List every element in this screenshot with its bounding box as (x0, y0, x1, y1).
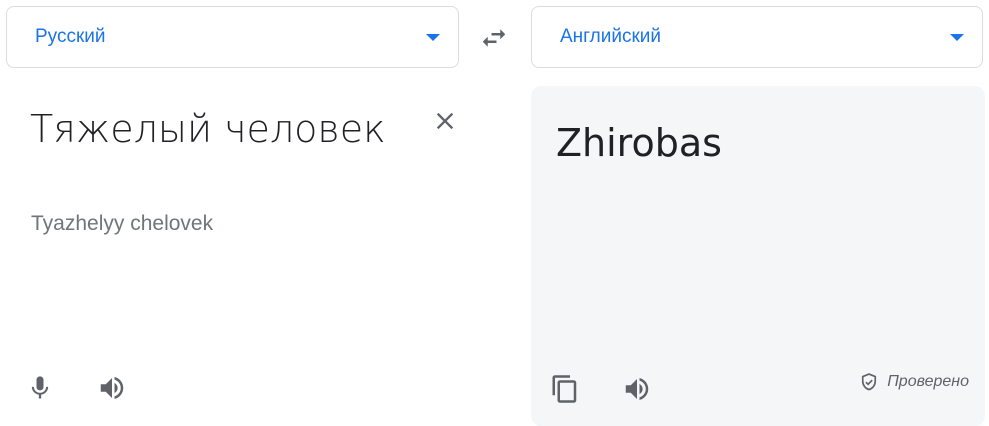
transliteration: Tyazhelyy chelovek (31, 212, 214, 235)
verified-label: Проверено (887, 373, 969, 390)
target-language-select[interactable]: Английский (531, 6, 983, 68)
listen-translation-button[interactable] (619, 371, 655, 407)
swap-icon (482, 29, 506, 47)
close-icon (436, 112, 454, 130)
speaker-icon (625, 378, 649, 400)
source-language-label: Русский (35, 26, 106, 47)
mic-icon (31, 376, 49, 399)
source-panel: Тяжелый человек Tyazhelyy chelovek (0, 86, 480, 420)
swap-languages-button[interactable] (474, 20, 514, 56)
listen-source-button[interactable] (94, 370, 130, 406)
copy-translation-button[interactable] (547, 371, 583, 407)
copy-icon (552, 375, 577, 403)
clear-source-button[interactable] (428, 104, 462, 138)
chevron-down-icon (426, 33, 440, 41)
translation-output: Zhirobas (556, 121, 722, 165)
chevron-down-icon (950, 33, 964, 41)
source-language-select[interactable]: Русский (6, 6, 459, 68)
target-language-label: Английский (560, 26, 662, 47)
target-panel: Zhirobas Проверено (531, 86, 985, 426)
shield-check-icon (862, 373, 877, 391)
voice-input-button[interactable] (22, 370, 58, 406)
source-text-input[interactable]: Тяжелый человек (30, 102, 410, 156)
speaker-icon (100, 377, 124, 399)
verified-badge: Проверено (859, 372, 969, 392)
